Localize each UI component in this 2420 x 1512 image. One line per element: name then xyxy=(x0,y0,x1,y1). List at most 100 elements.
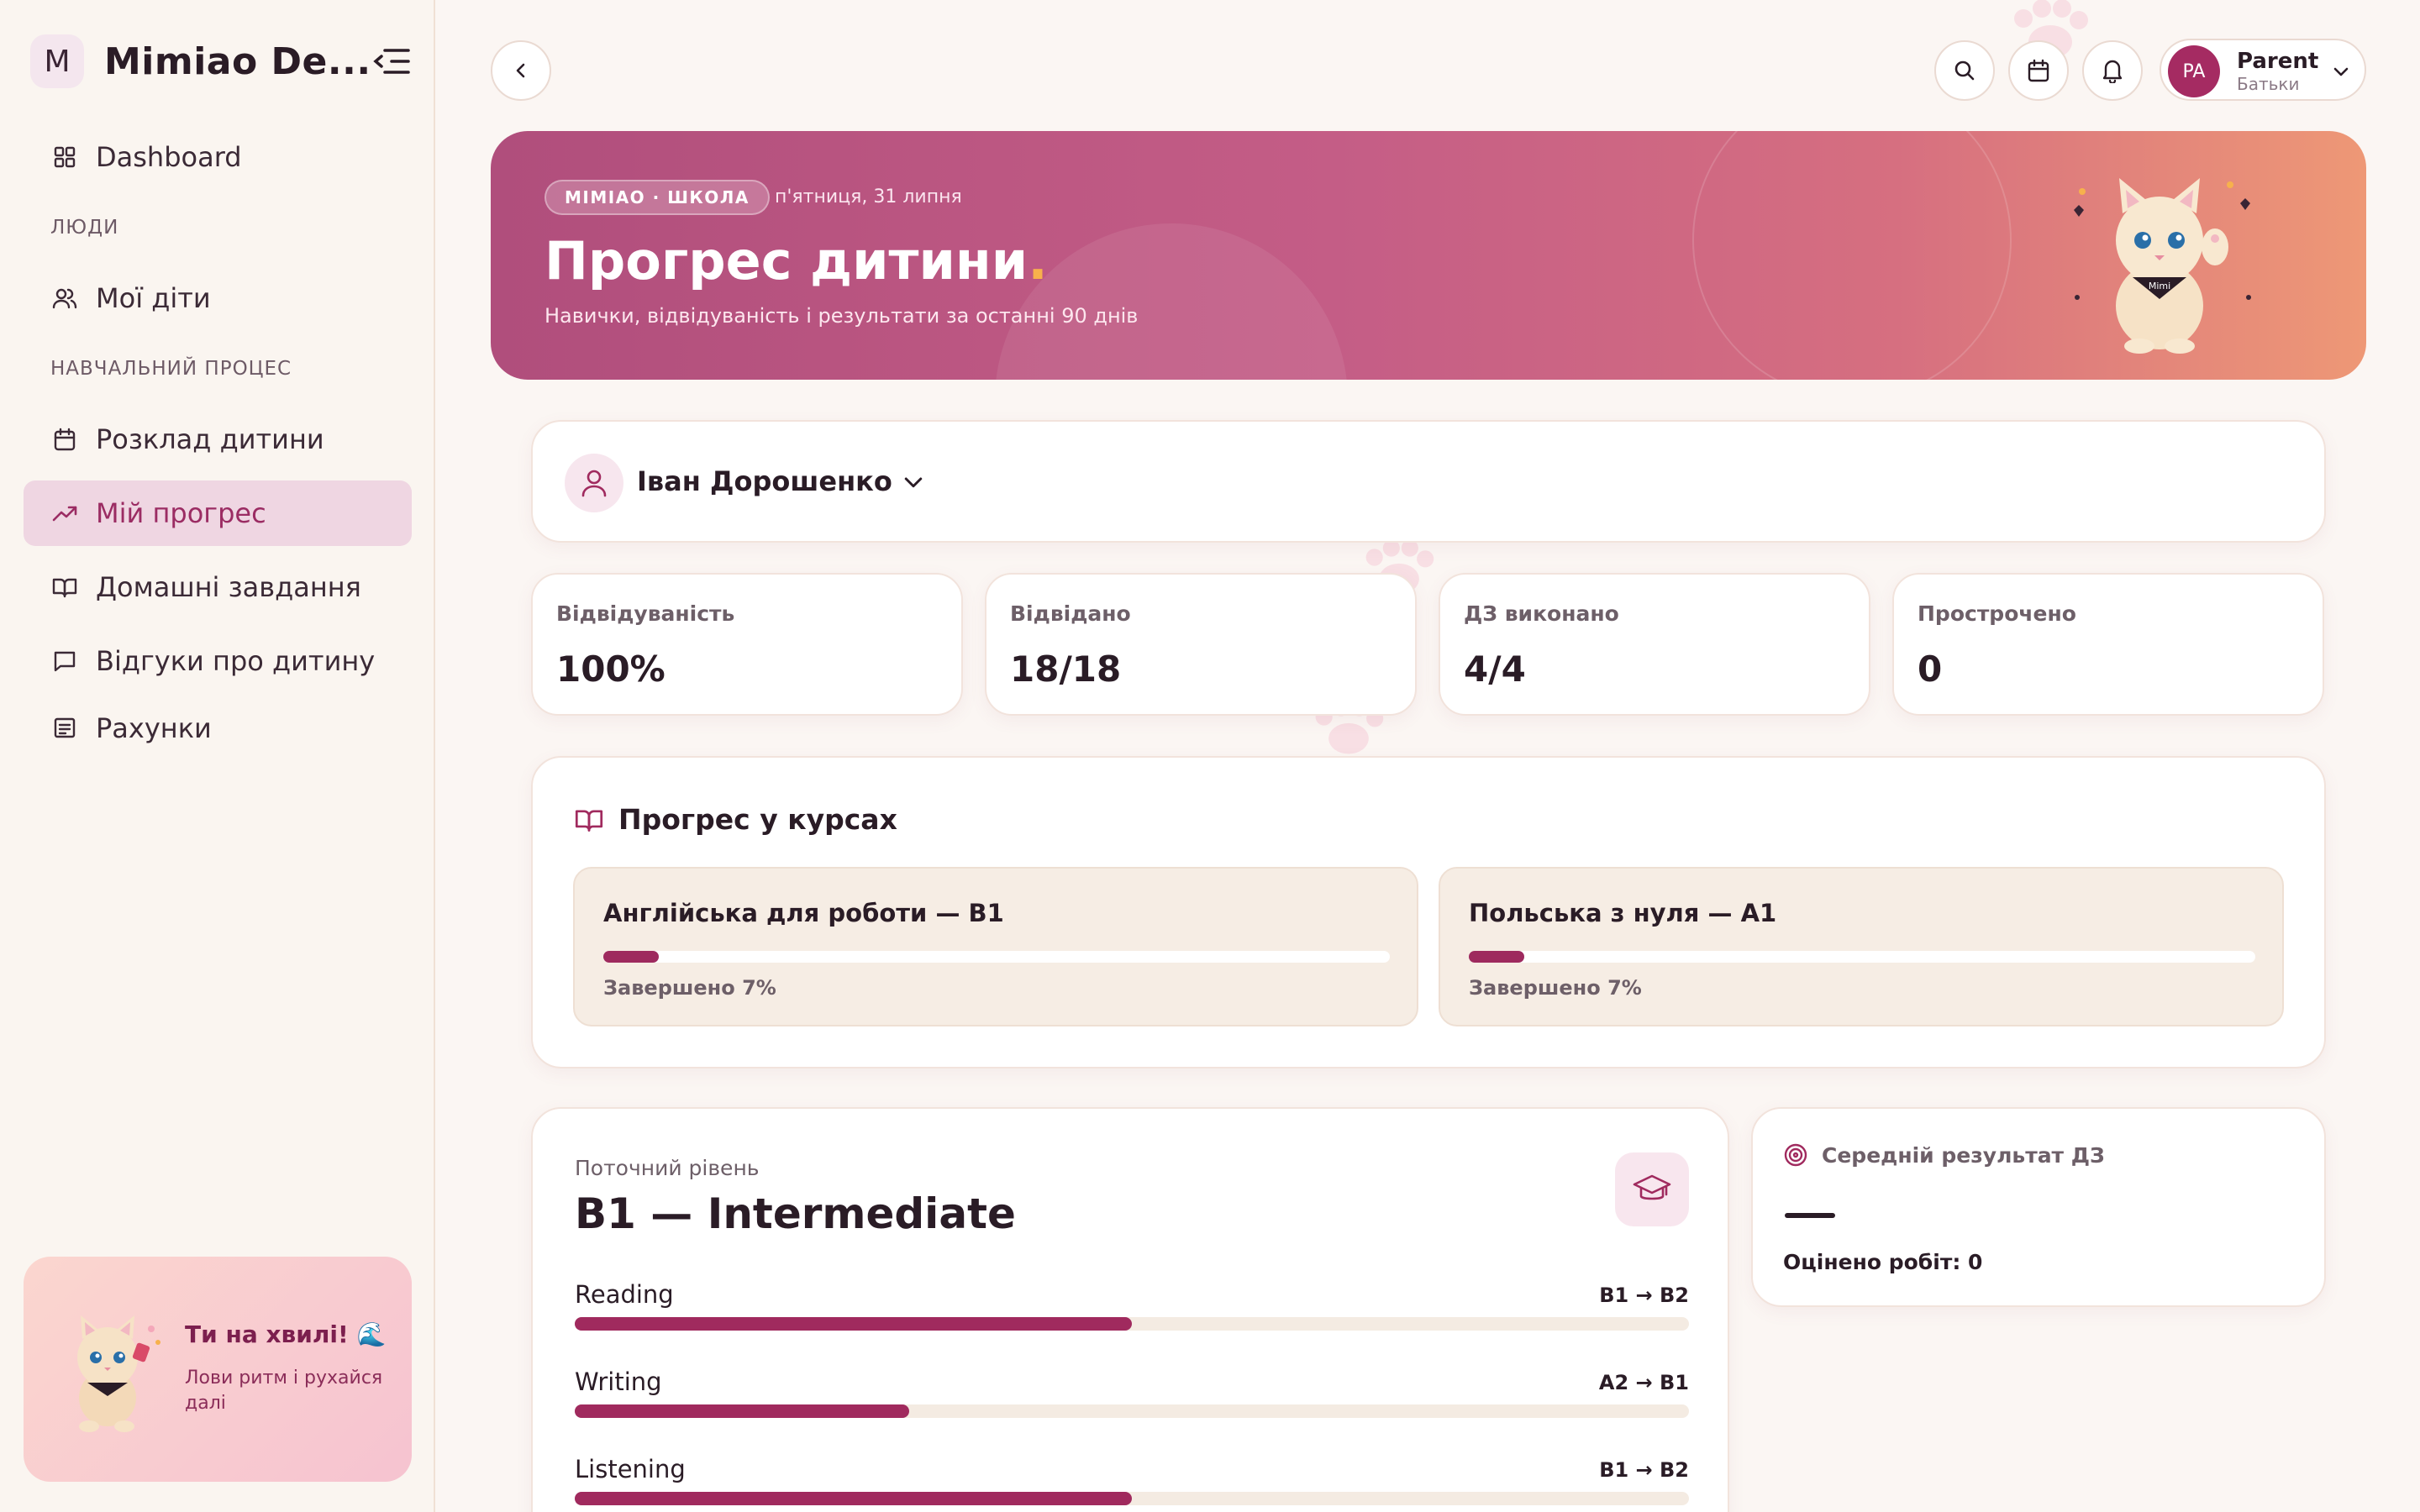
cat-mascot-illustration xyxy=(77,1315,160,1432)
avatar: PA xyxy=(2168,45,2220,97)
page-title-dot: . xyxy=(1028,230,1048,291)
course-card[interactable]: Англійська для роботи — B1 Завершено 7% xyxy=(573,867,1418,1026)
level-label: Поточний рівень xyxy=(575,1156,760,1180)
child-name: Іван Дорошенко xyxy=(637,465,892,497)
user-role: Батьки xyxy=(2237,74,2300,94)
hero-banner: MIMIAO · ШКОЛА п'ятниця, 31 липня Прогре… xyxy=(491,131,2366,380)
stat-value: 18/18 xyxy=(1010,648,1122,690)
calendar-icon xyxy=(52,427,77,452)
promo-text: Лови ритм і рухайся далі xyxy=(185,1368,383,1414)
homework-result-card: Середній результат ДЗ Оцінено робіт: 0 xyxy=(1751,1107,2326,1307)
skill-range: A2 → B1 xyxy=(1598,1371,1689,1394)
book-open-icon xyxy=(575,809,603,832)
courses-header: Прогрес у курсах xyxy=(575,803,897,836)
homework-result-value xyxy=(1785,1213,1835,1218)
bell-icon xyxy=(2102,60,2123,83)
stat-value: 4/4 xyxy=(1464,648,1526,690)
notifications-button[interactable] xyxy=(2082,40,2143,101)
stat-attended: Відвідано 18/18 xyxy=(985,573,1417,716)
child-selector[interactable]: Іван Дорошенко xyxy=(531,420,2326,543)
stat-overdue: Прострочено 0 xyxy=(1892,573,2324,716)
chevron-down-icon xyxy=(904,477,923,488)
course-completion: Завершено 7% xyxy=(1469,976,1642,1000)
stat-homework-done: ДЗ виконано 4/4 xyxy=(1439,573,1870,716)
section-title: Прогрес у курсах xyxy=(618,803,897,836)
cat-mascot-illustration: Mimi xyxy=(2074,178,2251,354)
promo-title: Ти на хвилі! 🌊 xyxy=(185,1320,387,1348)
user-name: Parent xyxy=(2237,49,2319,74)
homework-graded-count: Оцінено робіт: 0 xyxy=(1783,1250,1983,1274)
course-card[interactable]: Польська з нуля — A1 Завершено 7% xyxy=(1439,867,2284,1026)
collapse-sidebar-icon[interactable] xyxy=(370,42,412,81)
homework-result-title: Середній результат ДЗ xyxy=(1822,1142,2105,1168)
course-progress-bar xyxy=(603,951,1390,963)
sidebar-item-invoices[interactable]: Рахунки xyxy=(24,696,412,761)
course-title: Польська з нуля — A1 xyxy=(1469,899,1777,927)
skill-range: B1 → B2 xyxy=(1599,1458,1689,1482)
course-progress-fill xyxy=(1469,951,1524,963)
target-icon xyxy=(1784,1143,1807,1167)
skill-progress-bar xyxy=(575,1404,1689,1418)
skill-name: Writing xyxy=(575,1368,662,1396)
calendar-icon xyxy=(2028,59,2049,82)
skill-progress-bar xyxy=(575,1317,1689,1331)
message-icon xyxy=(52,648,77,674)
sidebar-item-progress[interactable]: Мій прогрес xyxy=(24,480,412,546)
brand-name: Mimiao De... xyxy=(104,39,371,83)
calendar-button[interactable] xyxy=(2008,40,2069,101)
stat-value: 0 xyxy=(1918,648,1943,690)
sidebar-item-schedule[interactable]: Розклад дитини xyxy=(24,407,412,472)
hero-decoration xyxy=(995,223,1348,380)
skill-name: Listening xyxy=(575,1455,686,1483)
sidebar-item-label: Мої діти xyxy=(96,282,211,314)
skill-progress-fill xyxy=(575,1492,1132,1505)
skill-progress-bar xyxy=(575,1492,1689,1505)
sidebar-item-dashboard[interactable]: Dashboard xyxy=(24,124,412,190)
grid-icon xyxy=(52,144,77,170)
trending-up-icon xyxy=(52,501,77,526)
stat-label: Прострочено xyxy=(1918,601,2076,626)
brand-logo: M xyxy=(30,34,84,88)
skill-progress-fill xyxy=(575,1317,1132,1331)
sidebar-item-label: Домашні завдання xyxy=(96,571,361,603)
skill-range: B1 → B2 xyxy=(1599,1284,1689,1307)
back-button[interactable] xyxy=(491,40,551,101)
sidebar-item-homework[interactable]: Домашні завдання xyxy=(24,554,412,620)
hero-badge: MIMIAO · ШКОЛА xyxy=(544,180,770,215)
skill-name: Reading xyxy=(575,1280,674,1309)
sidebar-item-my-children[interactable]: Мої діти xyxy=(24,265,412,331)
stat-attendance: Відвідуваність 100% xyxy=(531,573,963,716)
level-badge xyxy=(1615,1152,1689,1226)
course-title: Англійська для роботи — B1 xyxy=(603,899,1004,927)
sidebar: M Mimiao De... Dashboard ЛЮДИ Мої діти Н… xyxy=(0,0,435,1512)
sidebar-item-feedback[interactable]: Відгуки про дитину xyxy=(24,628,412,694)
stat-value: 100% xyxy=(556,648,666,690)
brand[interactable]: M Mimiao De... xyxy=(30,32,371,91)
receipt-icon xyxy=(52,716,77,741)
skill-progress-fill xyxy=(575,1404,909,1418)
sidebar-item-label: Розклад дитини xyxy=(96,423,324,455)
chevron-left-icon xyxy=(516,63,525,78)
stat-label: Відвідуваність xyxy=(556,601,735,626)
book-open-icon xyxy=(52,575,77,600)
promo-card: Ти на хвилі! 🌊 Лови ритм і рухайся далі xyxy=(24,1257,412,1482)
hero-decoration xyxy=(1692,131,2012,380)
course-progress-bar xyxy=(1469,951,2255,963)
page-title-text: Прогрес дитини xyxy=(544,230,1028,291)
users-icon xyxy=(52,286,77,311)
stat-label: Відвідано xyxy=(1010,601,1131,626)
child-avatar xyxy=(565,454,623,512)
level-value: B1 — Intermediate xyxy=(575,1189,1016,1238)
hero-date: п'ятниця, 31 липня xyxy=(775,186,962,207)
user-menu[interactable]: PA Parent Батьки xyxy=(2160,39,2366,101)
sidebar-item-label: Мій прогрес xyxy=(96,497,266,529)
nav-section-people: ЛЮДИ xyxy=(50,217,119,239)
course-completion: Завершено 7% xyxy=(603,976,776,1000)
search-button[interactable] xyxy=(1934,40,1995,101)
chevron-down-icon xyxy=(2333,67,2349,76)
sidebar-item-label: Рахунки xyxy=(96,712,212,744)
stat-label: ДЗ виконано xyxy=(1464,601,1619,626)
homework-result-header: Середній результат ДЗ xyxy=(1783,1142,2105,1168)
sidebar-item-label: Відгуки про дитину xyxy=(96,645,376,677)
current-level-card: Поточний рівень B1 — Intermediate Readin… xyxy=(531,1107,1729,1512)
